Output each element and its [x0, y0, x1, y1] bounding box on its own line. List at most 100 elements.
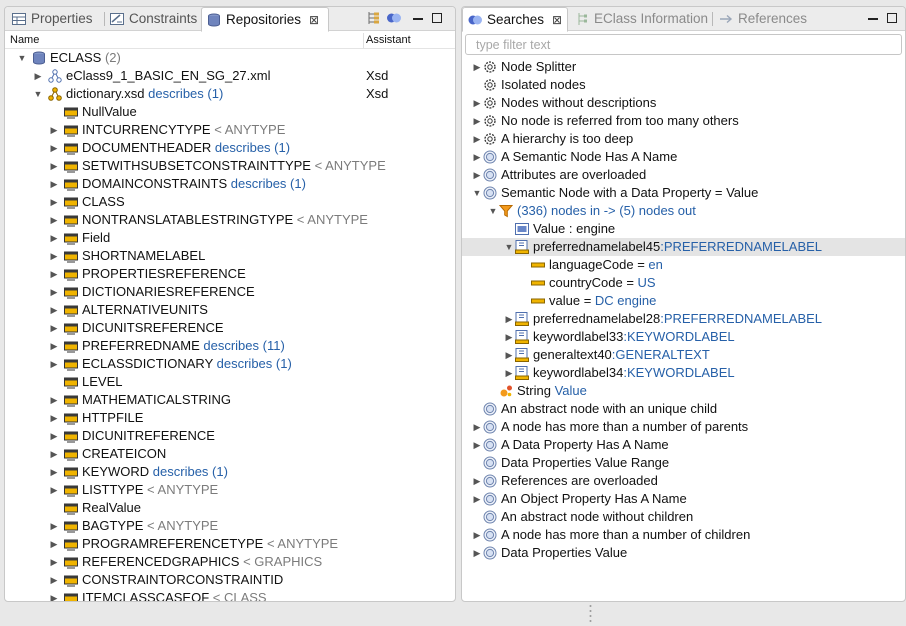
expand-toggle-icon[interactable]: ▶	[49, 319, 59, 337]
search-row[interactable]: ▶ Data Properties Value	[462, 544, 905, 562]
tab-constraints[interactable]: Constraints	[105, 7, 201, 31]
expand-toggle-icon[interactable]: ▶	[49, 157, 59, 175]
tree-row[interactable]: ▶ PREFERREDNAME describes (11)	[5, 337, 455, 355]
expand-toggle-icon[interactable]: ▶	[49, 517, 59, 535]
expand-toggle-icon[interactable]: ▶	[49, 463, 59, 481]
collapse-toggle-icon[interactable]: ▼	[472, 184, 482, 202]
search-row[interactable]: An abstract node without children	[462, 508, 905, 526]
search-row[interactable]: ▶ A hierarchy is too deep	[462, 130, 905, 148]
search-row[interactable]: Data Properties Value Range	[462, 454, 905, 472]
column-assistant-header[interactable]: Assistant	[366, 34, 411, 46]
tree-row[interactable]: NullValue	[5, 103, 455, 121]
tree-row[interactable]: ▶ SETWITHSUBSETCONSTRAINTTYPE < ANYTYPE	[5, 157, 455, 175]
search-row[interactable]: ▶ keywordlabel34:KEYWORDLABEL	[462, 364, 905, 382]
tree-row[interactable]: ▶ CLASS	[5, 193, 455, 211]
expand-toggle-icon[interactable]: ▶	[49, 589, 59, 601]
expand-toggle-icon[interactable]: ▶	[49, 391, 59, 409]
expand-toggle-icon[interactable]: ▶	[33, 67, 43, 85]
search-row[interactable]: languageCode = en	[462, 256, 905, 274]
tab-properties[interactable]: Properties	[7, 7, 101, 31]
collapse-toggle-icon[interactable]: ▼	[488, 202, 498, 220]
tree-row[interactable]: ▶ HTTPFILE	[5, 409, 455, 427]
expand-toggle-icon[interactable]: ▶	[49, 229, 59, 247]
search-row[interactable]: ▶ Nodes without descriptions	[462, 94, 905, 112]
expand-toggle-icon[interactable]: ▶	[49, 355, 59, 373]
close-tab-icon[interactable]: ⊠	[309, 9, 319, 32]
search-row[interactable]: ▶ preferrednamelabel28:PREFERREDNAMELABEL	[462, 310, 905, 328]
tab-repositories[interactable]: Repositories ⊠	[201, 7, 329, 32]
expand-toggle-icon[interactable]: ▶	[49, 121, 59, 139]
expand-toggle-icon[interactable]: ▶	[49, 193, 59, 211]
expand-toggle-icon[interactable]: ▶	[472, 58, 482, 76]
expand-toggle-icon[interactable]: ▶	[49, 301, 59, 319]
search-row[interactable]: Isolated nodes	[462, 76, 905, 94]
search-row[interactable]: ▼ preferrednamelabel45:PREFERREDNAMELABEL	[462, 238, 905, 256]
tree-row[interactable]: ▶ PROPERTIESREFERENCE	[5, 265, 455, 283]
collapse-all-icon[interactable]	[366, 10, 382, 26]
sash-grip-icon[interactable]	[589, 604, 592, 622]
search-row[interactable]: ▶ generaltext40:GENERALTEXT	[462, 346, 905, 364]
tree-row[interactable]: ▶ LISTTYPE < ANYTYPE	[5, 481, 455, 499]
tree-row[interactable]: ▶ REFERENCEDGRAPHICS < GRAPHICS	[5, 553, 455, 571]
expand-toggle-icon[interactable]: ▶	[49, 445, 59, 463]
search-row[interactable]: ▶ A Semantic Node Has A Name	[462, 148, 905, 166]
search-row[interactable]: ▼ Semantic Node with a Data Property = Va…	[462, 184, 905, 202]
maximize-button[interactable]	[432, 13, 442, 23]
tab-references[interactable]: References	[714, 7, 824, 31]
expand-toggle-icon[interactable]: ▶	[49, 535, 59, 553]
link-with-editor-icon[interactable]	[386, 10, 402, 26]
tree-row[interactable]: LEVEL	[5, 373, 455, 391]
tree-row[interactable]: ▶ eClass9_1_BASIC_EN_SG_27.xml Xsd	[5, 67, 455, 85]
search-row[interactable]: ▶ No node is referred from too many other…	[462, 112, 905, 130]
expand-toggle-icon[interactable]: ▶	[49, 571, 59, 589]
tab-eclass-information[interactable]: EClass Information	[570, 7, 710, 31]
tab-searches[interactable]: Searches ⊠	[462, 7, 568, 32]
search-row[interactable]: ▶ Node Splitter	[462, 58, 905, 76]
tree-row[interactable]: ▶ DICUNITREFERENCE	[5, 427, 455, 445]
expand-toggle-icon[interactable]: ▶	[504, 310, 514, 328]
expand-toggle-icon[interactable]: ▶	[472, 130, 482, 148]
tree-row[interactable]: ▶ ALTERNATIVEUNITS	[5, 301, 455, 319]
expand-toggle-icon[interactable]: ▶	[49, 337, 59, 355]
expand-toggle-icon[interactable]: ▶	[472, 166, 482, 184]
search-row[interactable]: countryCode = US	[462, 274, 905, 292]
expand-toggle-icon[interactable]: ▶	[472, 94, 482, 112]
search-row[interactable]: ▶ References are overloaded	[462, 472, 905, 490]
collapse-toggle-icon[interactable]: ▼	[504, 238, 514, 256]
expand-toggle-icon[interactable]: ▶	[49, 481, 59, 499]
expand-toggle-icon[interactable]: ▶	[504, 364, 514, 382]
expand-toggle-icon[interactable]: ▶	[49, 247, 59, 265]
tree-row[interactable]: ▼ dictionary.xsd describes (1) Xsd	[5, 85, 455, 103]
collapse-toggle-icon[interactable]: ▼	[17, 49, 27, 67]
expand-toggle-icon[interactable]: ▶	[49, 265, 59, 283]
search-row[interactable]: ▶ Attributes are overloaded	[462, 166, 905, 184]
search-row[interactable]: ▶ A Data Property Has A Name	[462, 436, 905, 454]
tree-row[interactable]: ▶ PROGRAMREFERENCETYPE < ANYTYPE	[5, 535, 455, 553]
expand-toggle-icon[interactable]: ▶	[49, 175, 59, 193]
collapse-toggle-icon[interactable]: ▼	[33, 85, 43, 103]
tree-row[interactable]: ▶ KEYWORD describes (1)	[5, 463, 455, 481]
search-row[interactable]: ▶ A node has more than a number of parent…	[462, 418, 905, 436]
column-name-header[interactable]: Name	[10, 34, 39, 46]
search-row[interactable]: ▶ An Object Property Has A Name	[462, 490, 905, 508]
expand-toggle-icon[interactable]: ▶	[472, 436, 482, 454]
expand-toggle-icon[interactable]: ▶	[472, 112, 482, 130]
expand-toggle-icon[interactable]: ▶	[472, 148, 482, 166]
minimize-button[interactable]	[868, 18, 878, 20]
expand-toggle-icon[interactable]: ▶	[472, 526, 482, 544]
expand-toggle-icon[interactable]: ▶	[472, 472, 482, 490]
tree-row[interactable]: ▶ MATHEMATICALSTRING	[5, 391, 455, 409]
search-row[interactable]: ▼ (336) nodes in -> (5) nodes out	[462, 202, 905, 220]
expand-toggle-icon[interactable]: ▶	[472, 544, 482, 562]
expand-toggle-icon[interactable]: ▶	[49, 211, 59, 229]
tree-row[interactable]: ▶ CONSTRAINTORCONSTRAINTID	[5, 571, 455, 589]
minimize-button[interactable]	[413, 18, 423, 20]
search-row[interactable]: ▶ keywordlabel33:KEYWORDLABEL	[462, 328, 905, 346]
expand-toggle-icon[interactable]: ▶	[49, 409, 59, 427]
search-row[interactable]: String Value	[462, 382, 905, 400]
tree-row[interactable]: ▶ BAGTYPE < ANYTYPE	[5, 517, 455, 535]
tree-row[interactable]: ▶ SHORTNAMELABEL	[5, 247, 455, 265]
tree-row[interactable]: ▼ ECLASS (2)	[5, 49, 455, 67]
search-row[interactable]: value = DC engine	[462, 292, 905, 310]
tree-row[interactable]: ▶ INTCURRENCYTYPE < ANYTYPE	[5, 121, 455, 139]
